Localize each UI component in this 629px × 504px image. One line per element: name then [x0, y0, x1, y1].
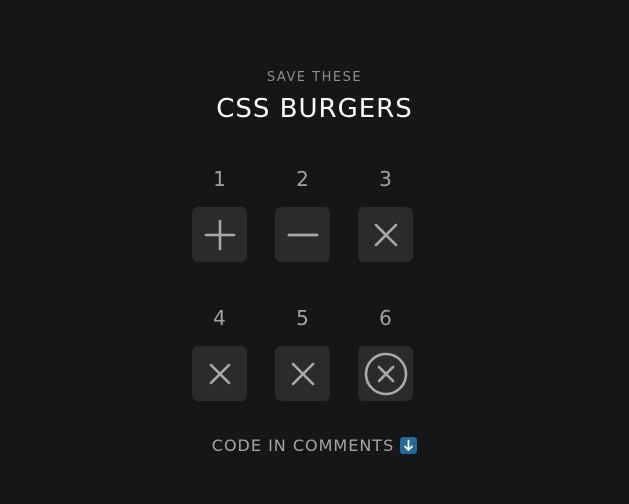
- minus-icon: [287, 233, 318, 236]
- close-circle-icon: [364, 352, 407, 395]
- down-arrow-icon: [400, 437, 418, 454]
- burger-grid: 1 2 3 4 5 6: [192, 165, 413, 401]
- burger-item-3: 3: [358, 165, 413, 262]
- burger-button-3[interactable]: [358, 207, 413, 262]
- burger-button-4[interactable]: [192, 346, 247, 401]
- burger-number: 5: [296, 306, 309, 330]
- burger-row: 1 2 3: [192, 165, 413, 262]
- close-icon: [291, 362, 314, 385]
- close-icon: [209, 363, 230, 384]
- footer: CODE IN COMMENTS: [0, 436, 629, 455]
- burger-item-1: 1: [192, 165, 247, 262]
- burger-item-2: 2: [275, 165, 330, 262]
- burger-item-6: 6: [358, 304, 413, 401]
- burger-button-1[interactable]: [192, 207, 247, 262]
- burger-row: 4 5 6: [192, 304, 413, 401]
- page-title: CSS BURGERS: [216, 94, 413, 124]
- plus-icon: [204, 219, 235, 250]
- burger-number: 1: [213, 167, 226, 191]
- burger-button-5[interactable]: [275, 346, 330, 401]
- burger-number: 2: [296, 167, 309, 191]
- close-icon: [374, 223, 397, 246]
- eyebrow-text: SAVE THESE: [266, 70, 363, 85]
- footer-text: CODE IN COMMENTS: [211, 436, 395, 455]
- page: SAVE THESE CSS BURGERS 1 2 3 4 5 6 CODE …: [0, 0, 629, 504]
- burger-number: 4: [213, 306, 226, 330]
- burger-button-6[interactable]: [358, 346, 413, 401]
- burger-item-4: 4: [192, 304, 247, 401]
- burger-button-2[interactable]: [275, 207, 330, 262]
- burger-item-5: 5: [275, 304, 330, 401]
- burger-number: 6: [379, 306, 392, 330]
- burger-number: 3: [379, 167, 392, 191]
